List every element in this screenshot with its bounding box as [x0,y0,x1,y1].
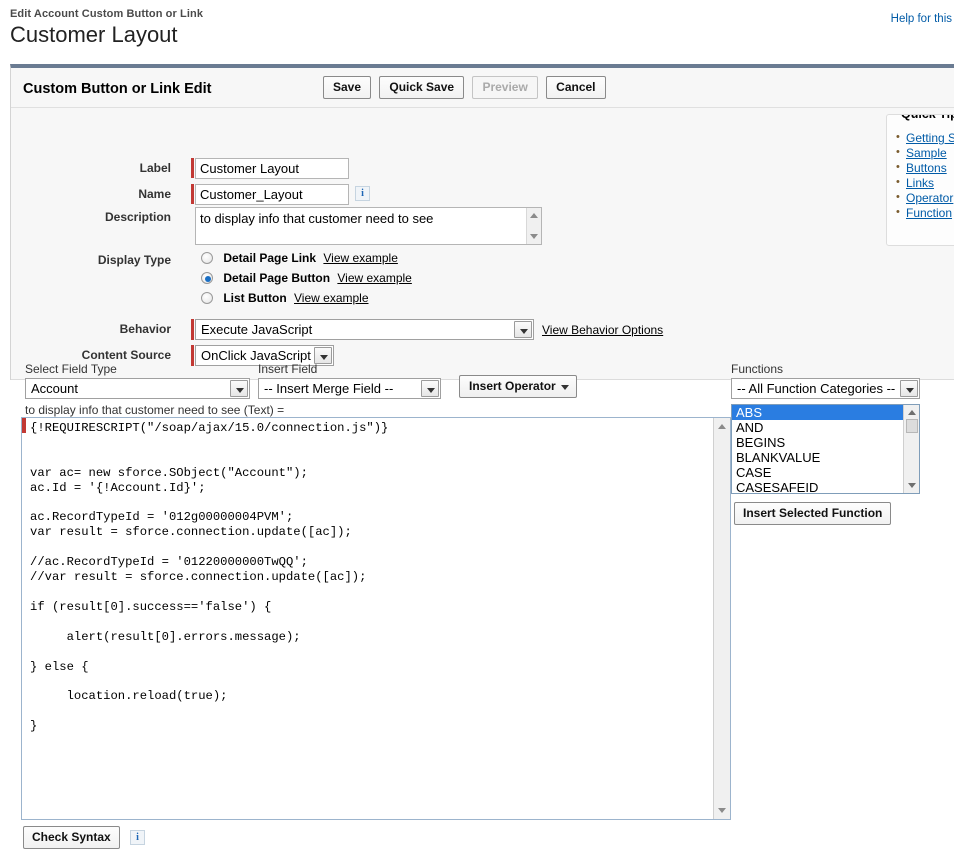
scroll-up-arrow-icon[interactable] [530,213,538,218]
quick-tip-link-links[interactable]: Links [906,176,934,190]
chevron-down-icon[interactable] [421,380,439,397]
formula-required-marker [22,418,26,433]
custom-button-edit-panel: Custom Button or Link Edit Save Quick Sa… [10,64,954,380]
formula-caption: to display info that customer need to se… [25,403,284,417]
chevron-down-icon[interactable] [230,380,248,397]
panel-title: Custom Button or Link Edit [23,81,211,97]
name-input[interactable] [195,184,349,205]
description-field-label: Description [11,210,171,224]
panel-header-bar: Custom Button or Link Edit Save Quick Sa… [11,68,954,108]
scroll-up-arrow-icon[interactable] [908,410,916,415]
quick-tip-sub-links[interactable]: Links [895,176,954,190]
quick-tip-sub-buttons[interactable]: Buttons [895,161,954,175]
code-editor-scrollbar[interactable] [713,418,730,819]
description-textarea[interactable]: to display info that customer need to se… [195,207,542,245]
quick-tip-link-getting-started[interactable]: Getting S [906,131,954,145]
radio-label-detail-page-link: Detail Page Link [223,251,316,265]
quick-tip-link-sample[interactable]: Sample [906,146,947,160]
insert-merge-field-dropdown[interactable]: -- Insert Merge Field -- [258,378,441,399]
select-field-type-label: Select Field Type [25,362,117,376]
list-item[interactable]: ABS [732,405,919,420]
display-type-option-detail-page-link[interactable]: Detail Page Link View example [201,251,398,271]
list-item[interactable]: BLANKVALUE [732,450,919,465]
chevron-down-icon[interactable] [900,380,918,397]
form-area: Label Name i Description to display info… [11,108,954,380]
functions-label: Functions [731,362,783,376]
description-wrapper: to display info that customer need to se… [195,207,542,248]
radio-detail-page-link[interactable] [201,252,213,264]
quick-tip-sub-functions[interactable]: Function [895,206,954,220]
list-item[interactable]: CASESAFEID [732,480,919,494]
scroll-down-arrow-icon[interactable] [530,234,538,239]
quick-tips-title: Quick Tips [897,114,954,121]
functions-list-scrollbar[interactable] [903,405,919,493]
quick-tip-link-functions[interactable]: Function [906,206,952,220]
content-source-select-value: OnClick JavaScript [201,348,311,363]
select-field-type-dropdown[interactable]: Account [25,378,250,399]
help-for-this-page-link[interactable]: Help for this [891,13,952,25]
label-input[interactable] [195,158,349,179]
list-item[interactable]: Sample [895,146,954,160]
function-categories-dropdown[interactable]: -- All Function Categories -- [731,378,920,399]
breadcrumb: Edit Account Custom Button or Link [10,8,203,20]
content-source-label: Content Source [11,348,171,362]
list-item[interactable]: Operator [895,191,954,205]
functions-listbox[interactable]: ABS AND BEGINS BLANKVALUE CASE CASESAFEI… [731,404,920,494]
view-example-link-detail-page-button[interactable]: View example [337,271,411,285]
quick-tip-link-operators[interactable]: Operator [906,191,953,205]
function-categories-value: -- All Function Categories -- [737,381,895,396]
label-required-marker [191,158,194,178]
display-type-option-list-button[interactable]: List Button View example [201,291,369,311]
preview-button: Preview [472,76,537,99]
chevron-down-icon[interactable] [514,321,532,338]
radio-label-detail-page-button: Detail Page Button [223,271,330,285]
description-scrollbar[interactable] [526,208,541,244]
panel-button-row: Save Quick Save Preview Cancel [323,76,611,99]
select-field-type-value: Account [31,381,78,396]
scroll-down-arrow-icon[interactable] [908,483,916,488]
list-item[interactable]: BEGINS [732,435,919,450]
label-field-label: Label [11,161,171,175]
behavior-select[interactable]: Execute JavaScript [195,319,534,340]
info-icon[interactable]: i [355,186,370,201]
name-field-label: Name [11,187,171,201]
radio-detail-page-button[interactable] [201,272,213,284]
behavior-required-marker [191,319,194,340]
behavior-select-value: Execute JavaScript [201,322,312,337]
cancel-button[interactable]: Cancel [546,76,605,99]
formula-code-textarea[interactable]: {!REQUIRESCRIPT("/soap/ajax/15.0/connect… [28,419,710,817]
info-icon[interactable]: i [130,830,145,845]
quick-tips-panel: Quick Tips Getting S Sample Buttons Link… [886,114,954,246]
view-example-link-detail-page-link[interactable]: View example [323,251,397,265]
name-required-marker [191,184,194,204]
content-source-required-marker [191,345,194,366]
list-item[interactable]: CASE [732,465,919,480]
radio-label-list-button: List Button [223,291,286,305]
scroll-down-arrow-icon[interactable] [718,808,726,813]
quick-save-button[interactable]: Quick Save [379,76,464,99]
scrollbar-thumb[interactable] [906,419,918,433]
display-type-label: Display Type [11,253,171,267]
insert-field-label: Insert Field [258,362,317,376]
insert-selected-function-button[interactable]: Insert Selected Function [734,502,891,525]
view-example-link-list-button[interactable]: View example [294,291,368,305]
check-syntax-button[interactable]: Check Syntax [23,826,120,849]
insert-merge-field-value: -- Insert Merge Field -- [264,381,393,396]
display-type-option-detail-page-button[interactable]: Detail Page Button View example [201,271,412,291]
save-button[interactable]: Save [323,76,371,99]
view-behavior-options-link[interactable]: View Behavior Options [542,323,663,337]
check-syntax-row: Check Syntax i [23,826,145,849]
page-title: Customer Layout [10,22,203,48]
radio-list-button[interactable] [201,292,213,304]
quick-tips-list: Getting S Sample Buttons Links Operator … [895,131,954,220]
behavior-label: Behavior [11,322,171,336]
page-header: Edit Account Custom Button or Link Custo… [10,8,203,48]
quick-tip-link-buttons[interactable]: Buttons [906,161,947,175]
formula-code-editor[interactable]: {!REQUIRESCRIPT("/soap/ajax/15.0/connect… [21,417,731,820]
scroll-up-arrow-icon[interactable] [718,424,726,429]
insert-operator-button[interactable]: Insert Operator [459,375,577,398]
list-item[interactable]: AND [732,420,919,435]
list-item[interactable]: Getting S [895,131,954,145]
